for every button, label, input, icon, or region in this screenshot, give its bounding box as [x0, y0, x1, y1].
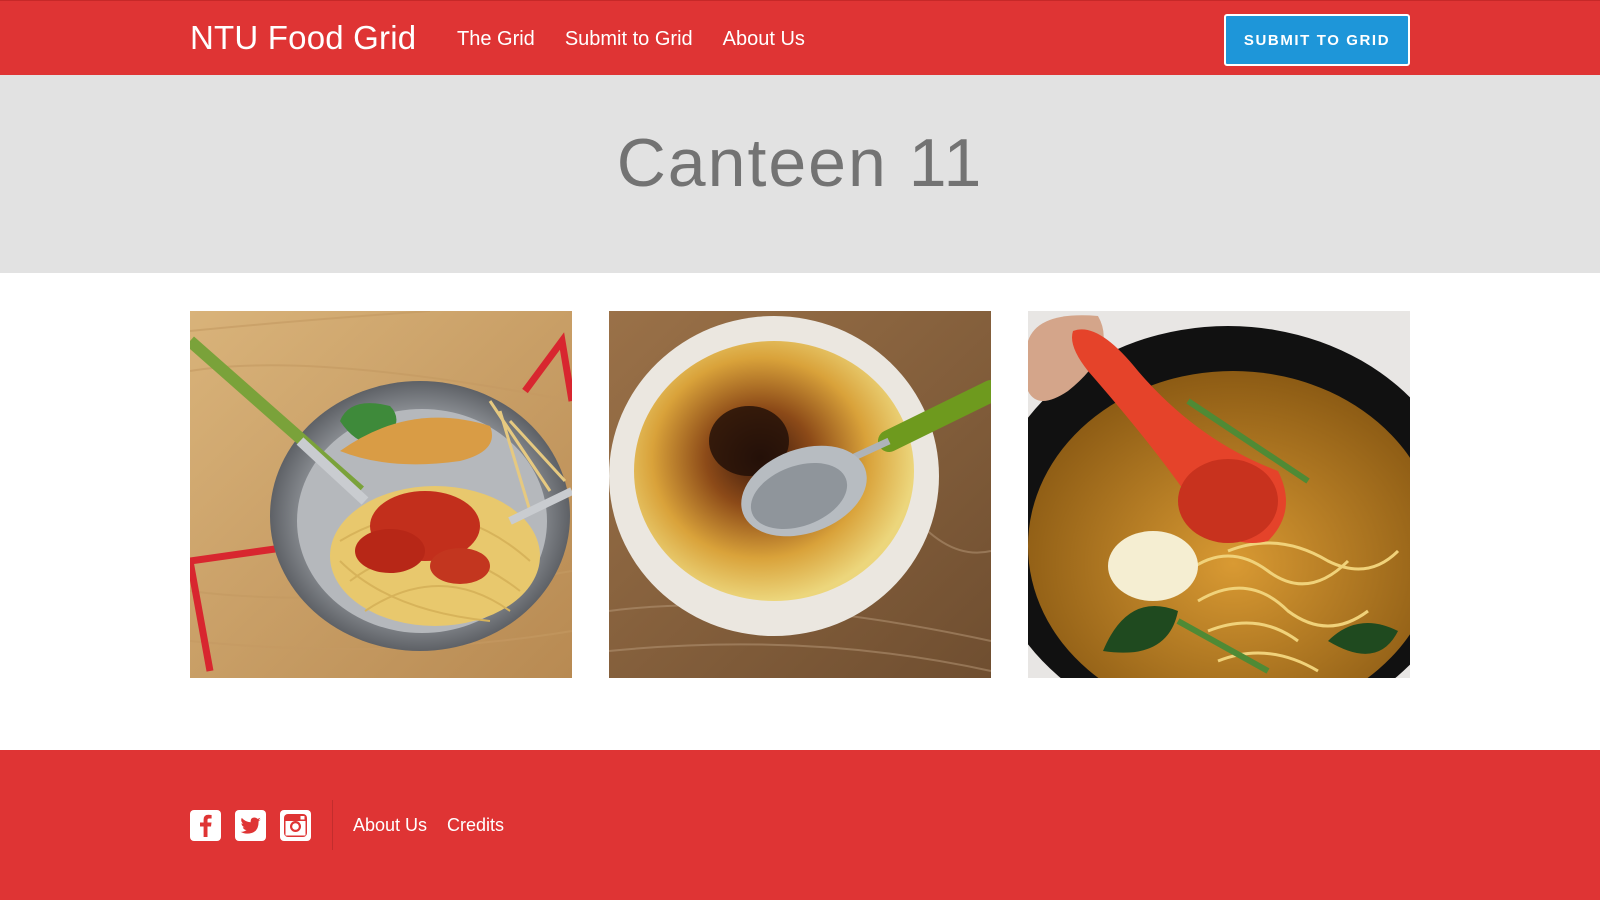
social-links — [190, 810, 311, 841]
food-tile-noodle-soup[interactable] — [1028, 311, 1410, 678]
brand-logo-link[interactable]: NTU Food Grid — [190, 19, 416, 57]
noodle-soup-photo — [1028, 311, 1410, 678]
pasta-photo — [190, 311, 572, 678]
twitter-icon[interactable] — [235, 810, 266, 841]
site-footer: About Us Credits — [0, 750, 1600, 900]
main-nav: The Grid Submit to Grid About Us — [457, 28, 805, 51]
footer-link-about-us[interactable]: About Us — [353, 815, 427, 836]
food-tile-pasta[interactable] — [190, 311, 572, 678]
footer-divider — [332, 800, 333, 850]
top-navbar: NTU Food Grid The Grid Submit to Grid Ab… — [0, 0, 1600, 75]
food-tile-creme-brulee[interactable] — [609, 311, 991, 678]
instagram-icon[interactable] — [280, 810, 311, 841]
footer-link-credits[interactable]: Credits — [447, 815, 504, 836]
submit-to-grid-button[interactable]: SUBMIT TO GRID — [1224, 14, 1410, 66]
creme-brulee-photo — [609, 311, 991, 678]
nav-link-submit-to-grid[interactable]: Submit to Grid — [565, 28, 693, 51]
footer-links: About Us Credits — [353, 815, 504, 836]
nav-link-about-us[interactable]: About Us — [723, 28, 805, 51]
food-photo-grid — [190, 311, 1410, 678]
page-title: Canteen 11 — [616, 125, 984, 201]
nav-link-the-grid[interactable]: The Grid — [457, 28, 535, 51]
hero-banner: Canteen 11 — [0, 75, 1600, 273]
facebook-icon[interactable] — [190, 810, 221, 841]
